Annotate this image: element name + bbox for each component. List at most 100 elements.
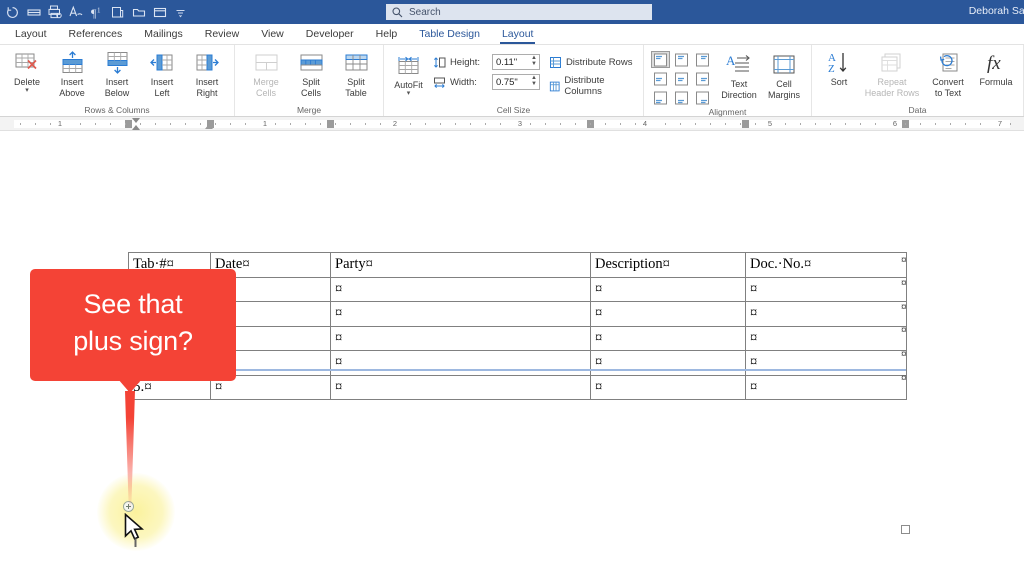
new-comment-icon[interactable] <box>107 2 128 22</box>
insert-row-plus-control[interactable] <box>123 501 134 512</box>
tab-review[interactable]: Review <box>194 24 250 45</box>
ruler-number: 1 <box>262 119 268 128</box>
table-cell[interactable]: ¤ <box>590 325 746 351</box>
table-cell[interactable]: ¤ <box>745 325 907 351</box>
ruler-column-marker[interactable] <box>125 120 132 128</box>
table-cell[interactable]: ¤ <box>745 301 907 327</box>
align-bottom-right-icon <box>696 91 709 104</box>
show-formatting-marks-icon[interactable]: ¶ 1 <box>86 2 107 22</box>
table-header-cell[interactable]: Doc.·No.¤ <box>745 252 907 278</box>
distribute-commands: Distribute Rows Distribute Columns <box>543 47 638 97</box>
tab-layout[interactable]: Layout <box>4 24 58 45</box>
word-table[interactable]: Tab·#¤Date¤Party¤Description¤Doc.·No.¤1.… <box>128 252 907 400</box>
align-center-right-button[interactable] <box>693 70 712 87</box>
table-cell[interactable]: ¤ <box>330 276 591 302</box>
split-table-button[interactable]: Split Table <box>334 47 378 98</box>
insert-above-button[interactable]: Insert Above <box>50 47 94 98</box>
align-bottom-center-button[interactable] <box>672 89 691 106</box>
ruler-tick <box>530 123 531 125</box>
insert-above-label: Insert Above <box>59 77 85 98</box>
first-line-indent-marker[interactable] <box>132 118 140 123</box>
table-cell[interactable]: ¤ <box>330 301 591 327</box>
table-row[interactable]: 3.¤¤¤¤¤ <box>128 325 907 351</box>
ruler-number: 2 <box>392 119 398 128</box>
align-center-left-button[interactable] <box>651 70 670 87</box>
tab-view[interactable]: View <box>250 24 295 45</box>
ruler-column-marker[interactable] <box>327 120 334 128</box>
new-document-icon[interactable] <box>149 2 170 22</box>
row-height-stepper[interactable]: ▲ ▼ <box>531 55 537 67</box>
delete-button[interactable]: Delete ▾ <box>5 47 49 94</box>
table-row[interactable]: 1.¤¤¤¤¤ <box>128 276 907 302</box>
distribute-rows-button[interactable]: Distribute Rows <box>549 56 635 69</box>
table-row[interactable]: 4.¤¤¤¤¤ <box>128 350 907 376</box>
ruler-tick <box>545 123 546 125</box>
table-cell[interactable]: ¤ <box>590 374 746 400</box>
tab-mailings[interactable]: Mailings <box>133 24 194 45</box>
align-top-right-button[interactable] <box>693 51 712 68</box>
insert-left-button[interactable]: Insert Left <box>140 47 184 98</box>
repeat-header-rows-label: Repeat Header Rows <box>864 77 920 98</box>
autofit-button[interactable]: AutoFit ▾ <box>389 47 428 97</box>
customize-quick-access-icon[interactable] <box>170 2 191 22</box>
table-cell[interactable]: ¤ <box>330 325 591 351</box>
format-painter-icon[interactable] <box>65 2 86 22</box>
align-top-left-button[interactable] <box>651 51 670 68</box>
align-bottom-left-button[interactable] <box>651 89 670 106</box>
open-icon[interactable] <box>128 2 149 22</box>
table-header-cell[interactable]: Description¤ <box>590 252 746 278</box>
chevron-down-icon[interactable]: ▾ <box>25 87 29 94</box>
cell-margins-button[interactable]: Cell Margins <box>762 47 806 100</box>
autosave-toggle-icon[interactable] <box>2 2 23 22</box>
search-input[interactable]: Search <box>386 4 652 20</box>
insert-right-button[interactable]: Insert Right <box>185 47 229 98</box>
column-width-input[interactable]: 0.75" ▲ ▼ <box>491 74 540 90</box>
table-header-row[interactable]: Tab·#¤ Date¤ Party¤ Description¤ Doc.·No.¤ <box>128 252 907 278</box>
tab-help[interactable]: Help <box>365 24 409 45</box>
sort-button[interactable]: AZ Sort <box>817 47 861 88</box>
table-cell[interactable]: ¤ <box>590 276 746 302</box>
ruler-tick <box>215 123 216 125</box>
split-cells-button[interactable]: Split Cells <box>289 47 333 98</box>
ruler-tick <box>20 123 21 125</box>
align-top-center-button[interactable] <box>672 51 691 68</box>
table-cell[interactable]: ¤ <box>330 350 591 376</box>
ruler-column-marker[interactable] <box>742 120 749 128</box>
print-preview-icon[interactable] <box>44 2 65 22</box>
chevron-down-icon[interactable]: ▾ <box>407 90 411 97</box>
table-header-cell[interactable]: Party¤ <box>330 252 591 278</box>
convert-to-text-button[interactable]: Convert to Text <box>923 47 973 98</box>
table-row[interactable]: 5.¤ ¤ ¤ ¤ ¤ <box>128 374 907 400</box>
table-row[interactable]: 2.¤¤¤¤¤ <box>128 301 907 327</box>
align-bottom-center-icon <box>675 91 688 104</box>
table-cell[interactable]: ¤ <box>590 350 746 376</box>
table-cell[interactable]: ¤ <box>745 374 907 400</box>
distribute-columns-button[interactable]: Distribute Columns <box>549 75 635 97</box>
table-cell[interactable]: ¤ <box>745 276 907 302</box>
ruler-tick <box>140 123 141 125</box>
row-height-input[interactable]: 0.11" ▲ ▼ <box>491 54 540 70</box>
text-direction-button[interactable]: A Text Direction <box>717 47 761 100</box>
save-icon[interactable] <box>23 2 44 22</box>
align-center-button[interactable] <box>672 70 691 87</box>
table-cell[interactable]: ¤ <box>330 374 591 400</box>
tab-layout[interactable]: Layout <box>491 24 545 45</box>
left-indent-marker[interactable] <box>132 125 140 130</box>
table-cell[interactable]: ¤ <box>745 350 907 376</box>
align-bottom-right-button[interactable] <box>693 89 712 106</box>
ribbon-group-label-data: Data <box>908 105 927 115</box>
user-account-name[interactable]: Deborah Sav <box>969 5 1024 17</box>
ruler-tick <box>695 123 696 125</box>
formula-button[interactable]: fx Formula <box>974 47 1018 88</box>
document-canvas[interactable]: Tab·#¤Date¤Party¤Description¤Doc.·No.¤1.… <box>0 133 1024 576</box>
svg-text:Z: Z <box>828 63 835 75</box>
insert-below-button[interactable]: Insert Below <box>95 47 139 98</box>
ruler-tick <box>125 123 126 125</box>
column-width-stepper[interactable]: ▲ ▼ <box>531 75 537 87</box>
table-cell[interactable]: ¤ <box>590 301 746 327</box>
tab-table-design[interactable]: Table Design <box>408 24 491 45</box>
horizontal-ruler[interactable]: 1 1 2 3 4 5 6 7 <box>0 117 1024 131</box>
tab-developer[interactable]: Developer <box>295 24 365 45</box>
hanging-indent-marker[interactable] <box>205 124 213 129</box>
tab-references[interactable]: References <box>58 24 134 45</box>
